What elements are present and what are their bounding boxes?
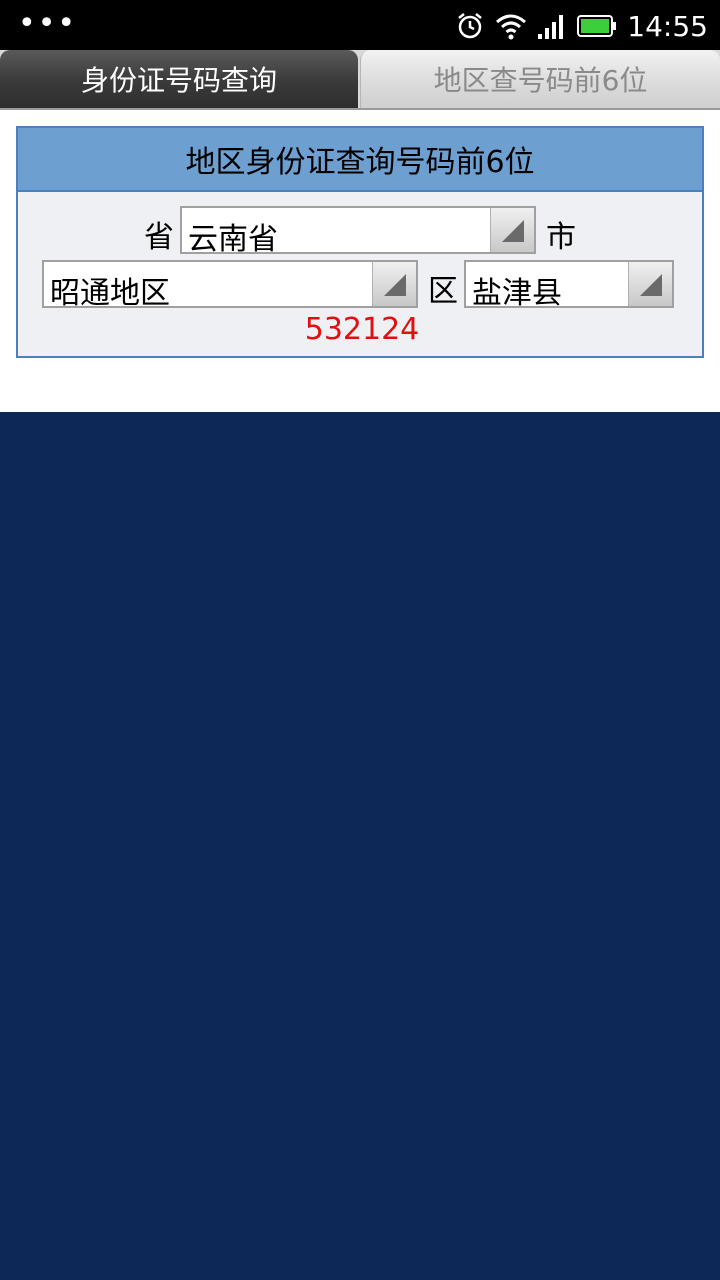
district-select[interactable]: 盐津县	[464, 260, 674, 311]
wifi-icon	[495, 12, 527, 40]
query-panel: 地区身份证查询号码前6位 省 云南省 市 昭通地区 区 盐津县 532124	[16, 126, 704, 358]
notification-dots: •••	[18, 6, 78, 41]
city-select[interactable]: 昭通地区	[42, 260, 418, 311]
tab-region-prefix-query[interactable]: 地区查号码前6位	[360, 50, 720, 108]
status-time: 14:55	[627, 9, 708, 43]
alarm-icon	[455, 11, 485, 41]
signal-icon	[537, 12, 567, 40]
city-label: 市	[546, 220, 576, 255]
province-select[interactable]: 云南省	[180, 206, 536, 257]
dropdown-arrow-icon	[628, 262, 672, 306]
dropdown-arrow-icon	[372, 262, 416, 306]
district-label: 区	[428, 274, 458, 309]
province-label: 省	[144, 220, 174, 255]
district-value: 盐津县	[472, 276, 562, 311]
battery-icon	[577, 14, 617, 38]
city-value: 昭通地区	[50, 276, 170, 311]
tab-bar: 身份证号码查询 地区查号码前6位	[0, 50, 720, 112]
province-value: 云南省	[188, 222, 278, 257]
dropdown-arrow-icon	[490, 208, 534, 252]
content-area: 地区身份证查询号码前6位 省 云南省 市 昭通地区 区 盐津县 532124	[0, 110, 720, 412]
tab-id-number-query[interactable]: 身份证号码查询	[0, 50, 358, 112]
status-bar: ••• 14:55	[0, 0, 720, 50]
panel-title: 地区身份证查询号码前6位	[18, 128, 702, 192]
status-icons: 14:55	[455, 8, 708, 44]
result-code: 532124	[304, 312, 420, 347]
